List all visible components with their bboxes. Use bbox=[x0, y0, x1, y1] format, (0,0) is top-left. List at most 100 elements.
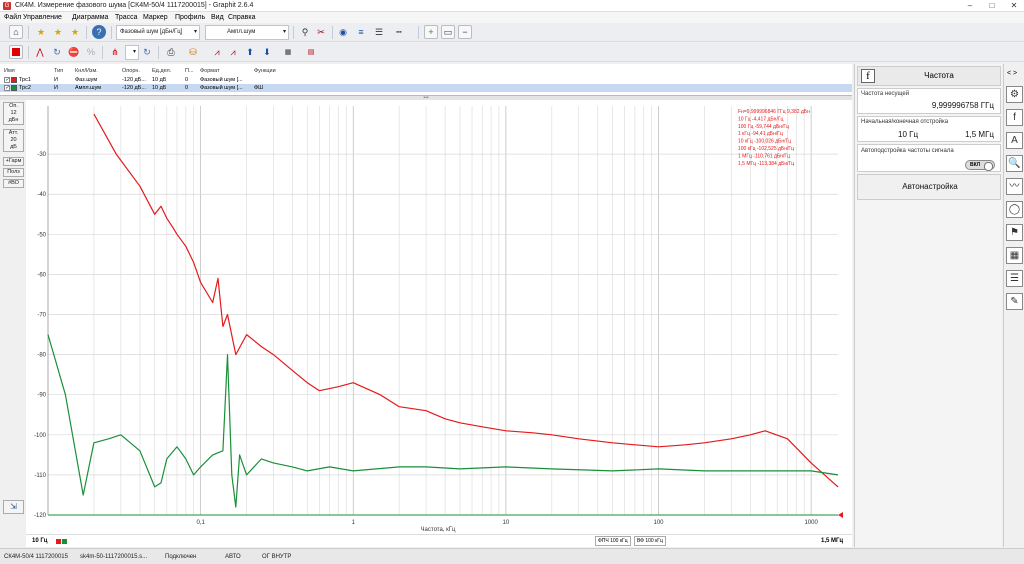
eye-icon[interactable]: ◉ bbox=[336, 25, 350, 39]
x-tick-label: 10 bbox=[503, 520, 510, 526]
tools-icon[interactable]: ✎ bbox=[1006, 293, 1023, 310]
maximize-button[interactable]: □ bbox=[984, 1, 1000, 11]
close-button[interactable]: ✕ bbox=[1006, 1, 1022, 11]
sliders-icon[interactable]: ☰ bbox=[1006, 270, 1023, 287]
stop-button[interactable] bbox=[9, 45, 23, 59]
refresh-trace-icon[interactable]: ↻ bbox=[140, 45, 154, 59]
stop-marker[interactable] bbox=[838, 512, 843, 518]
trace-name-cell: ✓ Трс2 bbox=[4, 84, 31, 92]
trace-table: Имя Тип Кнл/Изм. Опорн. Ед.дел. П... Фор… bbox=[0, 64, 852, 96]
auto-tuning-section: Автоподстройка частоты сигнала ВКЛ bbox=[857, 144, 1001, 172]
column-header[interactable]: Кнл/Изм. bbox=[75, 67, 98, 75]
markers-icon[interactable]: ⩘ bbox=[210, 45, 224, 59]
scale-mode-select[interactable]: Ампл.шум ▾ bbox=[205, 25, 289, 40]
vo-button[interactable]: #ВО bbox=[3, 179, 24, 188]
spectrum-icon[interactable]: ⋀ bbox=[33, 45, 47, 59]
save-icon[interactable]: ⛁ bbox=[186, 45, 200, 59]
harmonics-button[interactable]: +Гарм bbox=[3, 157, 24, 166]
text-icon[interactable]: A bbox=[1006, 132, 1023, 149]
offset-stop-value[interactable]: 1,5 МГц bbox=[965, 130, 994, 139]
add-window-icon[interactable]: + bbox=[424, 25, 438, 39]
table-row[interactable]: ✓ Трс1 И Фаз.шум -120 дБ... 10 дБ 0 Фазов… bbox=[0, 76, 852, 84]
probe-icon[interactable]: ⚲ bbox=[298, 25, 312, 39]
lines-icon[interactable]: ≡ bbox=[354, 25, 368, 39]
column-header[interactable]: Тип bbox=[54, 67, 63, 75]
vertical-toolbar: < > ⚙ f A 🔍 〰 ◯ ⚑ ▦ ☰ ✎ bbox=[1003, 64, 1024, 547]
export-icon[interactable]: ⬆ bbox=[243, 45, 257, 59]
menu-trace[interactable]: Трасса bbox=[115, 12, 138, 23]
trace-color-swatch[interactable] bbox=[11, 84, 17, 91]
menu-control[interactable]: Управление bbox=[23, 12, 62, 23]
remove-window-icon[interactable]: − bbox=[458, 25, 472, 39]
phase-noise-plot[interactable]: -30 -40 -50 -60 -70 -80 -90 -100 -110 -120 0,1 1 10 1… bbox=[26, 100, 852, 534]
config-icon[interactable]: ▦ bbox=[281, 45, 295, 59]
measurement-mode-select[interactable]: Фазовый шум [дБн/Гц] ▾ bbox=[116, 25, 200, 40]
stop-icon bbox=[12, 48, 20, 56]
flag-icon[interactable]: ⚑ bbox=[1006, 224, 1023, 241]
table-row[interactable]: ✓ Трс2 И Ампл.шум -120 дБ... 10 дБ 0 Фазо… bbox=[0, 84, 852, 92]
resize-corner-icon[interactable]: ⇲ bbox=[3, 500, 24, 514]
auto-tuning-toggle[interactable]: ВКЛ bbox=[965, 160, 995, 171]
harmonic-dropdown[interactable]: ▾ bbox=[125, 45, 139, 60]
attenuation-button[interactable]: Атт. 20 дБ bbox=[3, 129, 24, 152]
settings-icon[interactable]: ⚙ bbox=[1006, 86, 1023, 103]
column-header[interactable]: Опорн. bbox=[122, 67, 140, 75]
trace-name-cell: ✓ Трс1 bbox=[4, 76, 31, 84]
panel-collapse-icon[interactable]: < > bbox=[1007, 70, 1017, 77]
checkbox[interactable]: ✓ bbox=[4, 84, 10, 91]
marker-peak-icon[interactable]: ⩘ bbox=[226, 45, 240, 59]
star-add-icon[interactable]: ★ bbox=[51, 25, 65, 39]
menu-diagram[interactable]: Диаграмма bbox=[72, 12, 108, 23]
column-header[interactable]: Функции bbox=[254, 67, 276, 75]
column-header[interactable]: Ед.дел. bbox=[152, 67, 171, 75]
minimize-button[interactable]: – bbox=[962, 1, 978, 11]
help-icon[interactable]: ? bbox=[92, 25, 106, 39]
menu-help[interactable]: Справка bbox=[228, 12, 255, 23]
menu-file[interactable]: Файл bbox=[4, 12, 21, 23]
calibrate-icon[interactable]: ✂ bbox=[314, 25, 328, 39]
window-icon[interactable]: ▭ bbox=[441, 25, 455, 39]
print-icon[interactable]: ⎙ bbox=[164, 45, 178, 59]
star-icon[interactable]: ★ bbox=[34, 25, 48, 39]
annotation-line: 10 Гц -4,417 дБн/Гц bbox=[738, 116, 784, 122]
carrier-frequency-section[interactable]: Частота несущей 9,999996758 ГГц bbox=[857, 88, 1001, 114]
offset-range-section[interactable]: Начальная/конечная отстройка 10 Гц 1,5 М… bbox=[857, 116, 1001, 142]
home-icon[interactable]: ⌂ bbox=[9, 25, 23, 39]
menu-profile[interactable]: Профиль bbox=[175, 12, 205, 23]
marker-chart-icon[interactable]: ▦ bbox=[1006, 247, 1023, 264]
function-icon[interactable]: f bbox=[1006, 109, 1023, 126]
trace-measurement: Ампл.шум bbox=[75, 85, 102, 91]
carrier-frequency-value[interactable]: 9,999996758 ГГц bbox=[932, 101, 994, 110]
trace-icon[interactable]: 〰 bbox=[1006, 178, 1023, 195]
series-line-1[interactable] bbox=[93, 113, 839, 488]
annotation-line: Fн=9,999996846 ГГц 9,382 дБн bbox=[738, 109, 810, 115]
menu-marker[interactable]: Маркер bbox=[143, 12, 168, 23]
harmonic-icon[interactable]: ⋔ bbox=[108, 45, 122, 59]
toolbar-separator bbox=[332, 26, 333, 39]
table-icon[interactable]: ▤ bbox=[304, 45, 318, 59]
percent-icon[interactable]: % bbox=[84, 45, 98, 59]
attenuation-unit: дБ bbox=[10, 144, 17, 150]
column-header[interactable]: П... bbox=[185, 67, 194, 75]
vbw-indicator[interactable]: ВФ 100 кГц bbox=[634, 536, 666, 546]
dashes-icon[interactable]: ┅ bbox=[392, 25, 406, 39]
offset-start-value[interactable]: 10 Гц bbox=[898, 130, 918, 139]
y-tick-label: -80 bbox=[37, 353, 46, 359]
autoset-button[interactable]: Автонастройка bbox=[857, 174, 1001, 200]
reference-level-button[interactable]: Оп. 12 дБн bbox=[3, 102, 24, 125]
star-list-icon[interactable]: ★ bbox=[68, 25, 82, 39]
import-icon[interactable]: ⬇ bbox=[260, 45, 274, 59]
cycle-icon[interactable]: ◯ bbox=[1006, 201, 1023, 218]
zoom-icon[interactable]: 🔍 bbox=[1006, 155, 1023, 172]
menu-view[interactable]: Вид bbox=[211, 12, 224, 23]
rbw-indicator[interactable]: ФПЧ 100 кГц bbox=[595, 536, 631, 546]
y-tick-label: -60 bbox=[37, 272, 46, 278]
column-header[interactable]: Имя bbox=[4, 67, 15, 75]
checkbox[interactable]: ✓ bbox=[4, 76, 10, 83]
column-header[interactable]: Формат bbox=[200, 67, 220, 75]
line-width-icon[interactable]: ☰ bbox=[372, 25, 386, 39]
refresh-icon[interactable]: ↻ bbox=[50, 45, 64, 59]
slider-button[interactable]: Полз bbox=[3, 168, 24, 177]
disabled-icon[interactable]: ⛔ bbox=[67, 45, 81, 59]
trace-color-swatch[interactable] bbox=[11, 76, 17, 83]
